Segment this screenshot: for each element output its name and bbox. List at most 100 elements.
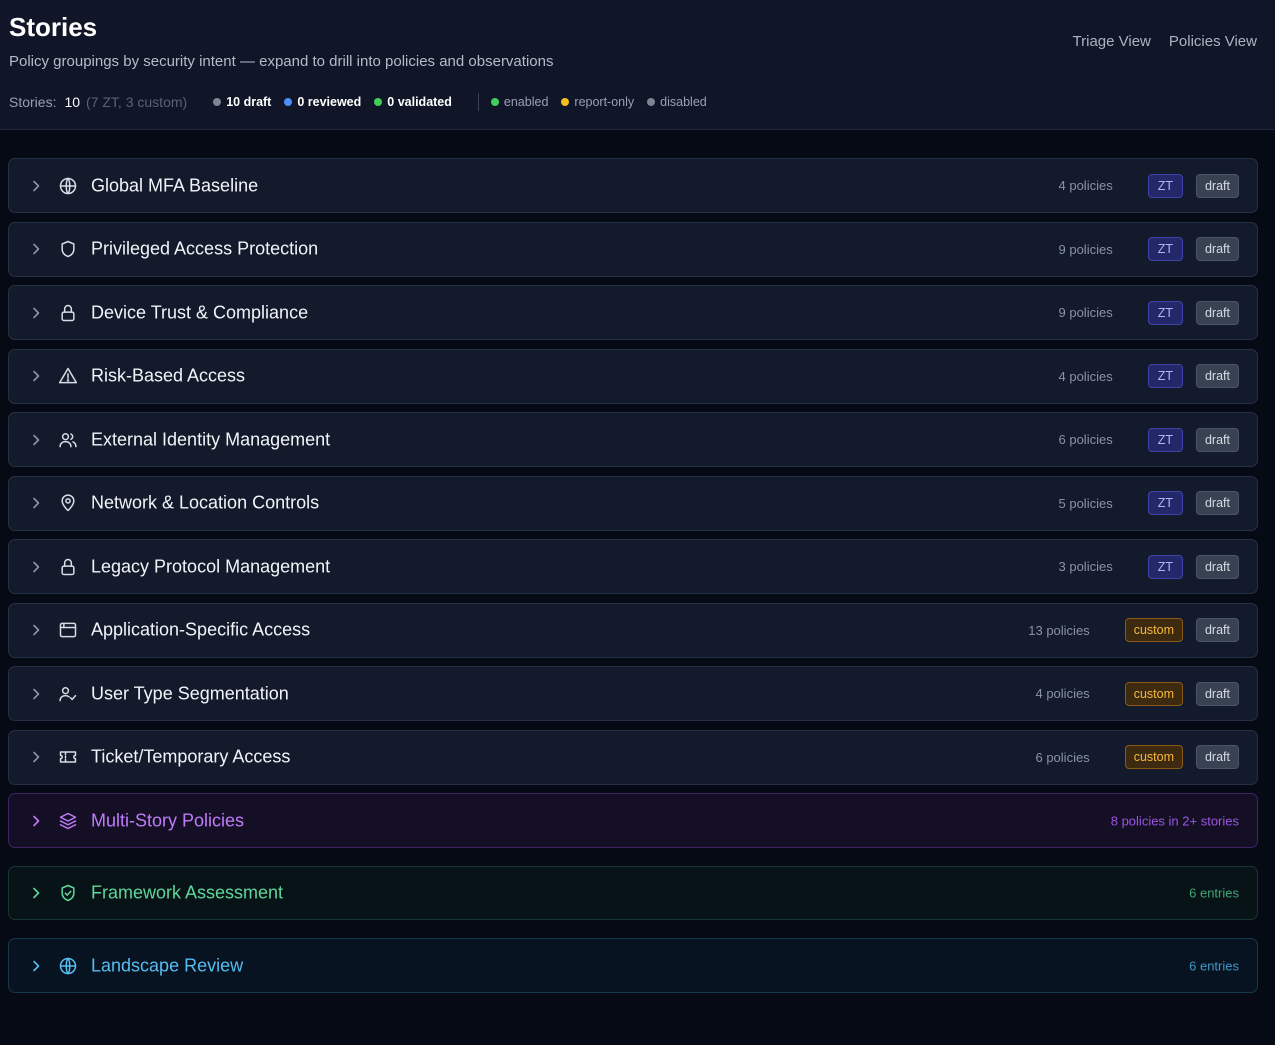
- chevron-right-icon[interactable]: [31, 959, 41, 973]
- story-row-user-type-segmentation[interactable]: User Type Segmentation 4 policies custom dr…: [8, 666, 1258, 721]
- chevron-right-icon[interactable]: [31, 623, 41, 637]
- story-row-device-trust-compliance[interactable]: Device Trust & Compliance 9 policies ZT dra…: [8, 285, 1258, 340]
- story-type-badge: ZT: [1147, 427, 1183, 452]
- chevron-right-icon[interactable]: [31, 560, 41, 574]
- section-count: 6 entries: [1189, 958, 1239, 973]
- story-row-application-specific-access[interactable]: Application-Specific Access 13 policies cu…: [8, 602, 1258, 658]
- story-meta: 4 policies ZT draft: [1058, 364, 1239, 388]
- section-row-framework-assessment[interactable]: Framework Assessment 6 entries: [8, 866, 1258, 920]
- story-title: Network & Location Controls: [91, 492, 320, 513]
- legend-enabled-label: enabled: [503, 95, 549, 109]
- page-header: Stories Policy groupings by security int…: [0, 0, 1275, 130]
- story-row-risk-based-access[interactable]: Risk-Based Access 4 policies ZT draft: [8, 348, 1258, 404]
- story-status-badge: draft: [1195, 681, 1239, 706]
- policies-view-link[interactable]: Policies View: [1169, 33, 1257, 50]
- story-meta: 4 policies custom draft: [1035, 681, 1239, 706]
- policy-count: 6 policies: [1058, 432, 1113, 447]
- validated-status-dot: [374, 98, 383, 106]
- layers-icon: [58, 811, 78, 831]
- story-type-badge: custom: [1124, 618, 1183, 642]
- chevron-right-icon[interactable]: [31, 369, 41, 383]
- story-title: Risk-Based Access: [91, 365, 246, 386]
- policy-count: 3 policies: [1058, 559, 1113, 574]
- story-list: Global MFA Baseline 4 policies ZT draft Priv…: [8, 158, 1258, 1011]
- story-title: Privileged Access Protection: [91, 238, 319, 259]
- section-title: Multi-Story Policies: [91, 810, 245, 830]
- validated-count-badge: 0 validated: [374, 95, 452, 109]
- reviewed-count-badge: 0 reviewed: [284, 95, 361, 109]
- chevron-right-icon[interactable]: [31, 687, 41, 701]
- chevron-right-icon[interactable]: [31, 242, 41, 256]
- enabled-dot: [490, 98, 499, 106]
- story-meta: 6 policies ZT draft: [1058, 427, 1239, 452]
- story-title: Application-Specific Access: [91, 619, 311, 640]
- section-title: Framework Assessment: [91, 882, 284, 903]
- chevron-right-icon[interactable]: [31, 306, 41, 320]
- chevron-right-icon[interactable]: [31, 750, 41, 764]
- story-title: Device Trust & Compliance: [91, 302, 309, 322]
- story-type-badge: ZT: [1147, 173, 1183, 198]
- story-title: Ticket/Temporary Access: [91, 746, 291, 767]
- validated-count-label: 0 validated: [387, 95, 452, 109]
- story-meta: 9 policies ZT draft: [1058, 237, 1239, 261]
- section-meta: 6 entries: [1189, 886, 1239, 901]
- ticket-icon: [58, 747, 78, 767]
- section-row-landscape-review[interactable]: Landscape Review 6 entries: [8, 938, 1258, 993]
- page-title: Stories: [9, 12, 98, 42]
- section-title: Landscape Review: [91, 955, 244, 975]
- policy-count: 6 policies: [1035, 749, 1090, 765]
- chevron-right-icon[interactable]: [31, 433, 41, 447]
- story-status-badge: draft: [1195, 364, 1239, 388]
- story-row-external-identity-management[interactable]: External Identity Management 6 policies ZT…: [8, 412, 1258, 467]
- story-row-network-location-controls[interactable]: Network & Location Controls 5 policies ZT d…: [8, 475, 1258, 531]
- legend-enabled: enabled: [490, 95, 549, 109]
- policy-count: 9 policies: [1058, 241, 1113, 257]
- legend-report-only-label: report-only: [574, 95, 635, 109]
- legend-disabled: disabled: [647, 95, 707, 109]
- story-row-ticket-temporary-access[interactable]: Ticket/Temporary Access 6 policies custom d…: [8, 729, 1258, 785]
- globe-icon: [58, 956, 78, 976]
- report-only-dot: [561, 98, 570, 106]
- user-check-icon: [58, 684, 78, 704]
- story-title: Legacy Protocol Management: [91, 556, 331, 576]
- story-status-badge: draft: [1195, 491, 1239, 515]
- stories-count-label: Stories:: [9, 94, 57, 110]
- story-meta: 4 policies ZT draft: [1059, 173, 1239, 198]
- chevron-right-icon[interactable]: [31, 814, 41, 828]
- policy-count: 13 policies: [1028, 622, 1090, 638]
- users-icon: [58, 430, 78, 450]
- section-row-multi-story-policies[interactable]: Multi-Story Policies 8 policies in 2+ sto…: [8, 793, 1258, 848]
- story-type-badge: ZT: [1147, 491, 1183, 515]
- story-status-badge: draft: [1195, 618, 1239, 642]
- chevron-right-icon[interactable]: [31, 886, 41, 900]
- lock-icon: [58, 557, 78, 577]
- story-type-badge: ZT: [1147, 364, 1183, 388]
- chevron-right-icon[interactable]: [31, 496, 41, 510]
- location-pin-icon: [58, 493, 78, 513]
- story-type-badge: custom: [1124, 681, 1183, 706]
- section-count: 6 entries: [1189, 885, 1239, 901]
- triage-view-link[interactable]: Triage View: [1073, 33, 1151, 50]
- section-meta: 6 entries: [1189, 958, 1239, 973]
- legend-disabled-label: disabled: [660, 95, 707, 109]
- story-row-global-mfa-baseline[interactable]: Global MFA Baseline 4 policies ZT draft: [8, 158, 1258, 213]
- story-row-privileged-access-protection[interactable]: Privileged Access Protection 9 policies ZT…: [8, 221, 1258, 277]
- chevron-right-icon[interactable]: [31, 179, 41, 193]
- story-status-badge: draft: [1195, 745, 1239, 769]
- shield-check-icon: [58, 883, 78, 903]
- story-meta: 13 policies custom draft: [1028, 618, 1239, 642]
- stats-divider: [477, 93, 479, 111]
- draft-status-dot: [213, 98, 222, 106]
- story-type-badge: custom: [1124, 745, 1183, 769]
- policy-count: 4 policies: [1058, 368, 1113, 384]
- story-row-legacy-protocol-management[interactable]: Legacy Protocol Management 3 policies ZT dr…: [8, 539, 1258, 594]
- story-status-badge: draft: [1195, 237, 1239, 261]
- section-meta: 8 policies in 2+ stories: [1111, 813, 1239, 828]
- story-title: Global MFA Baseline: [91, 175, 259, 195]
- story-meta: 9 policies ZT draft: [1059, 300, 1239, 325]
- warning-icon: [58, 366, 78, 386]
- story-meta: 3 policies ZT draft: [1058, 554, 1239, 579]
- lock-icon: [58, 303, 78, 323]
- policy-count: 5 policies: [1058, 495, 1113, 511]
- legend-report-only: report-only: [561, 95, 634, 109]
